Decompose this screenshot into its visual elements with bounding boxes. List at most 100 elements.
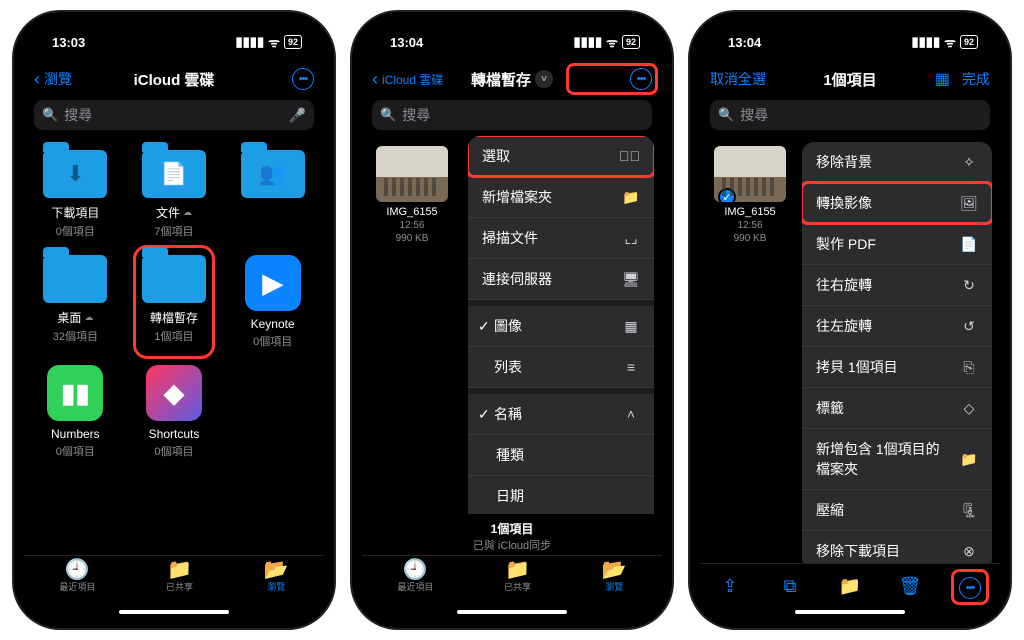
back-button[interactable]: ‹ 瀏覽 xyxy=(34,69,114,89)
tab-shared[interactable]: 📁已共享 xyxy=(166,560,193,593)
folder-icon: 📂 xyxy=(264,560,289,580)
chevron-left-icon: ‹ xyxy=(34,70,40,88)
menu-select[interactable]: 選取✓⃝ xyxy=(468,136,654,177)
selected-checkmark-icon: ✓ xyxy=(718,188,736,202)
cell-signal-icon: ▮▮▮▮ xyxy=(573,34,602,50)
clock: 13:03 xyxy=(52,35,85,50)
done-button[interactable]: 完成 xyxy=(962,69,990,89)
clock: 13:04 xyxy=(728,35,761,50)
menu-new-folder-with[interactable]: 新增包含 1個項目的檔案夾📁 xyxy=(802,429,992,490)
image-thumbnail xyxy=(376,146,448,202)
more-icon: ••• xyxy=(959,577,981,599)
more-button[interactable]: ••• xyxy=(630,68,652,90)
shortcuts-icon: ◆ xyxy=(146,365,202,421)
search-placeholder: 搜尋 xyxy=(64,105,282,125)
wifi-icon: ᯤ xyxy=(606,33,618,51)
menu-rotate-right[interactable]: 往右旋轉↻ xyxy=(802,265,992,306)
menu-convert-image[interactable]: 轉換影像🖼 xyxy=(802,183,992,224)
duplicate-button[interactable]: ⧉ xyxy=(777,576,803,597)
file-item-selected[interactable]: ✓ IMG_6155 12:56 990 KB xyxy=(710,146,790,244)
clock-icon: 🕘 xyxy=(397,560,433,580)
cloud-icon: ☁ xyxy=(183,207,192,218)
back-button[interactable]: ‹iCloud 雲碟 xyxy=(372,70,452,88)
menu-new-folder[interactable]: 新增檔案夾📁 xyxy=(468,177,654,218)
folder-convert-temp[interactable]: 轉檔暫存 1個項目 xyxy=(127,249,222,355)
clock: 13:04 xyxy=(390,35,423,50)
wifi-icon: ᯤ xyxy=(268,33,280,51)
menu-rotate-left[interactable]: 往左旋轉↺ xyxy=(802,306,992,347)
folder-desktop[interactable]: 桌面☁ 32個項目 xyxy=(28,249,123,355)
menu-remove-download[interactable]: 移除下載項目⊗ xyxy=(802,531,992,563)
menu-remove-background[interactable]: 移除背景✧ xyxy=(802,142,992,183)
share-button[interactable]: ⇪ xyxy=(717,576,743,597)
grid-view-icon[interactable]: ▦ xyxy=(935,69,950,89)
menu-sort-name[interactable]: ✓名稱˄ xyxy=(468,394,654,435)
menu-sort-date[interactable]: 日期 xyxy=(468,476,654,514)
trash-button[interactable]: 🗑 xyxy=(897,576,923,597)
shared-folder-icon: 📁 xyxy=(504,560,531,580)
rotate-right-icon: ↻ xyxy=(960,277,978,294)
rotate-left-icon: ↺ xyxy=(960,318,978,335)
menu-compress[interactable]: 壓縮🗜 xyxy=(802,490,992,531)
back-label: 瀏覽 xyxy=(44,69,72,89)
move-button[interactable]: 📁 xyxy=(837,576,863,597)
search-placeholder: 搜尋 xyxy=(740,105,982,125)
folder-shortcuts[interactable]: ◆ Shortcuts 0個項目 xyxy=(127,359,222,465)
home-indicator[interactable] xyxy=(457,610,567,614)
dynamic-island xyxy=(802,22,898,46)
folder-icon: 📂 xyxy=(602,560,627,580)
document-icon: 📄 xyxy=(142,150,206,198)
toolbar-more-button[interactable]: ••• xyxy=(957,575,983,599)
chevron-left-icon: ‹ xyxy=(372,70,378,88)
folder-documents[interactable]: 📄 文件☁ 7個項目 xyxy=(127,144,222,245)
menu-connect-server[interactable]: 連接伺服器🖥 xyxy=(468,259,654,300)
image-icon: 🖼 xyxy=(960,195,978,212)
tab-recent[interactable]: 🕘最近項目 xyxy=(397,560,433,593)
archive-icon: 🗜 xyxy=(960,502,978,519)
tab-browse[interactable]: 📂瀏覽 xyxy=(264,560,289,593)
home-indicator[interactable] xyxy=(119,610,229,614)
menu-view-icons[interactable]: ✓圖像▦ xyxy=(468,306,654,347)
menu-sort-kind[interactable]: 種類 xyxy=(468,435,654,476)
deselect-all-button[interactable]: 取消全選 xyxy=(710,69,790,89)
numbers-icon: ▮▮ xyxy=(47,365,103,421)
search-input[interactable]: 🔍 搜尋 xyxy=(372,100,652,130)
remove-bg-icon: ✧ xyxy=(960,154,978,171)
folder-keynote[interactable]: ▶ Keynote 0個項目 xyxy=(225,249,320,355)
dynamic-island xyxy=(464,22,560,46)
mic-icon[interactable]: 🎤 xyxy=(289,107,306,124)
menu-scan[interactable]: 掃描文件⌞⌟ xyxy=(468,218,654,259)
image-thumbnail: ✓ xyxy=(714,146,786,202)
download-icon: ⬇ xyxy=(43,150,107,198)
selection-toolbar: ⇪ ⧉ 📁 🗑 ••• xyxy=(700,563,1000,609)
page-title[interactable]: 轉檔暫存˅ xyxy=(452,69,572,90)
search-input[interactable]: 🔍 搜尋 xyxy=(710,100,990,130)
file-item[interactable]: IMG_6155 12:56 990 KB xyxy=(372,146,452,244)
home-indicator[interactable] xyxy=(795,610,905,614)
tab-recent[interactable]: 🕘最近項目 xyxy=(59,560,95,593)
menu-make-pdf[interactable]: 製作 PDF📄 xyxy=(802,224,992,265)
copy-icon: ⎘ xyxy=(960,359,978,376)
keynote-icon: ▶ xyxy=(245,255,301,311)
tab-browse[interactable]: 📂瀏覽 xyxy=(602,560,627,593)
search-input[interactable]: 🔍 搜尋 🎤 xyxy=(34,100,314,130)
menu-view-list[interactable]: 列表≡ xyxy=(468,347,654,388)
select-icon: ✓⃝ xyxy=(619,148,640,164)
chevron-down-icon: ˅ xyxy=(535,70,553,88)
tab-shared[interactable]: 📁已共享 xyxy=(504,560,531,593)
dynamic-island xyxy=(126,22,222,46)
menu-copy[interactable]: 拷貝 1個項目⎘ xyxy=(802,347,992,388)
more-button[interactable]: ••• xyxy=(292,68,314,90)
menu-tags[interactable]: 標籤◇ xyxy=(802,388,992,429)
people-icon: 👥 xyxy=(241,150,305,198)
grid-icon: ▦ xyxy=(622,318,640,335)
back-label: iCloud 雲碟 xyxy=(382,71,443,88)
folder-shared[interactable]: 👥 xyxy=(225,144,320,245)
folder-downloads[interactable]: ⬇ 下載項目 0個項目 xyxy=(28,144,123,245)
folder-numbers[interactable]: ▮▮ Numbers 0個項目 xyxy=(28,359,123,465)
pdf-icon: 📄 xyxy=(960,236,978,253)
battery-level: 92 xyxy=(960,35,978,49)
wifi-icon: ᯤ xyxy=(944,33,956,51)
phone-2: 13:04 ▮▮▮▮ᯤ92 ‹iCloud 雲碟 轉檔暫存˅ ••• 🔍 搜尋 … xyxy=(352,12,672,628)
search-icon: 🔍 xyxy=(42,107,58,123)
